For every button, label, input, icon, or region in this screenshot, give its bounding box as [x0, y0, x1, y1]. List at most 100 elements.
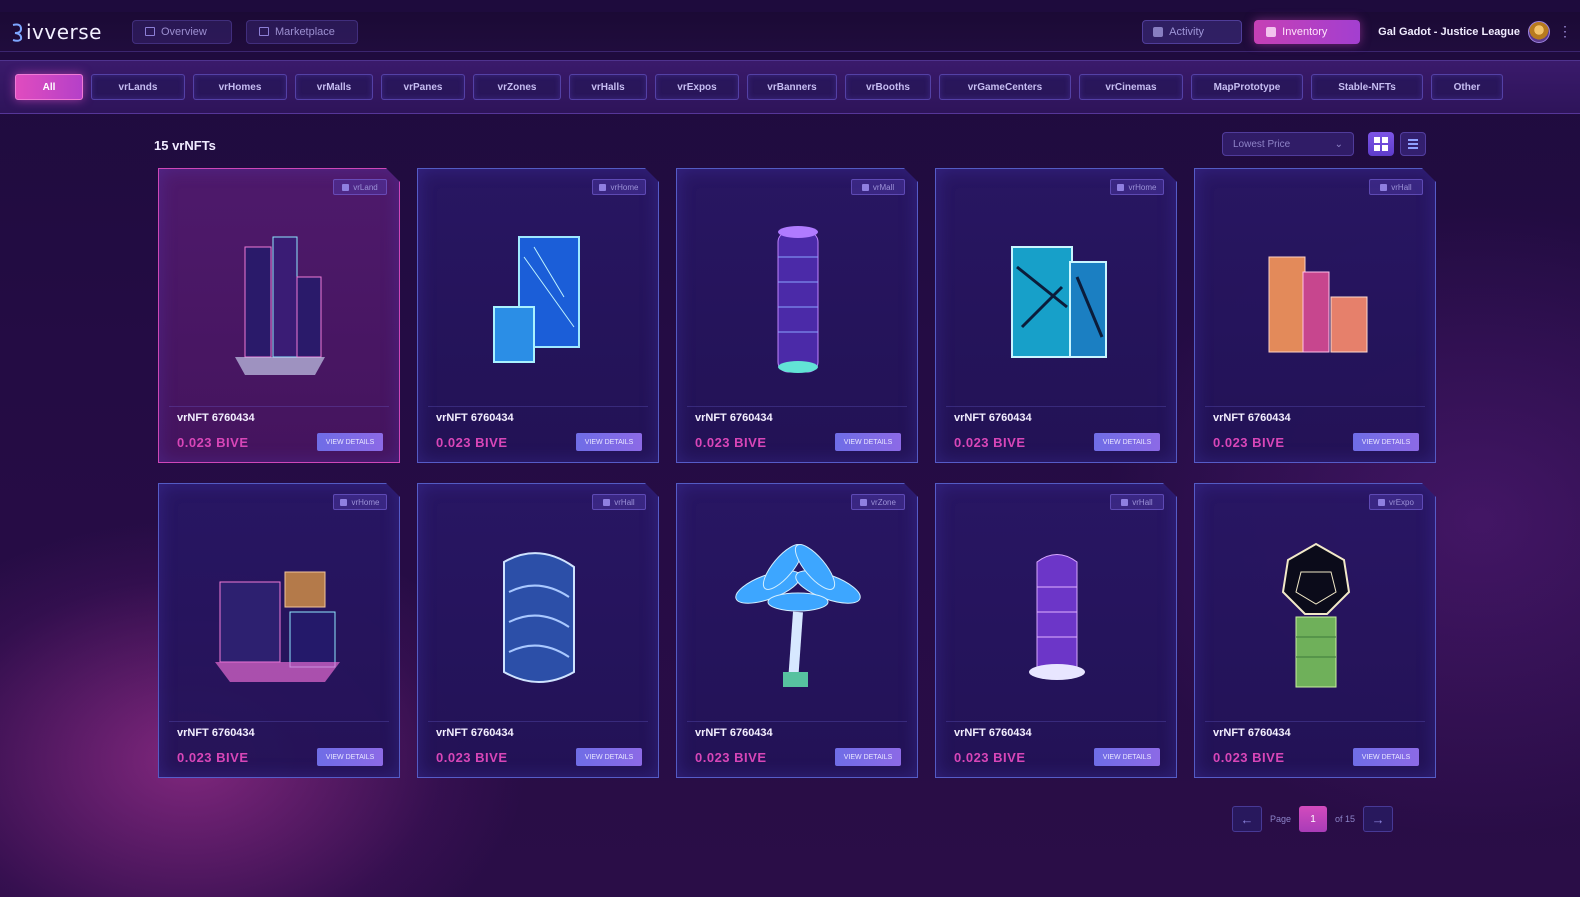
divider [428, 721, 648, 722]
nft-price: 0.023 BIVE [177, 750, 249, 765]
sort-select[interactable]: Lowest Price ⌄ [1222, 132, 1354, 156]
nft-card[interactable]: vrHall vrNFT 6760434 0.023 BIVE VIEW DETAIL… [935, 483, 1177, 778]
app-logo[interactable]: ivverse [10, 20, 120, 44]
prev-page-button[interactable]: ← [1232, 806, 1262, 832]
nft-image[interactable] [1195, 199, 1437, 404]
view-details-button[interactable]: VIEW DETAILS [835, 433, 901, 451]
category-badge: vrHome [1110, 179, 1164, 195]
view-details-button[interactable]: VIEW DETAILS [317, 748, 383, 766]
view-details-button[interactable]: VIEW DETAILS [317, 433, 383, 451]
nft-artwork [723, 532, 873, 702]
nft-title: vrNFT 6760434 [954, 727, 1032, 739]
nft-price: 0.023 BIVE [695, 750, 767, 765]
tab-vrcinemas[interactable]: vrCinemas [1079, 74, 1183, 100]
tab-mapprototype[interactable]: MapPrototype [1191, 74, 1303, 100]
tab-all[interactable]: All [15, 74, 83, 100]
nft-title: vrNFT 6760434 [954, 412, 1032, 424]
nft-price: 0.023 BIVE [1213, 435, 1285, 450]
activity-label: Activity [1169, 25, 1205, 38]
view-details-button[interactable]: VIEW DETAILS [576, 433, 642, 451]
nft-image[interactable] [418, 514, 660, 719]
category-icon [1378, 499, 1385, 506]
nft-artwork [982, 532, 1132, 702]
nft-artwork [205, 217, 355, 387]
divider [428, 406, 648, 407]
view-details-button[interactable]: VIEW DETAILS [835, 748, 901, 766]
tab-vrlands[interactable]: vrLands [91, 74, 185, 100]
view-details-button[interactable]: VIEW DETAILS [1094, 433, 1160, 451]
next-page-button[interactable]: → [1363, 806, 1394, 832]
nft-card[interactable]: vrHome vrNFT 6760434 0.023 BIVE VIEW DETAIL… [417, 168, 659, 463]
tab-other[interactable]: Other [1431, 74, 1503, 100]
tab-vrbanners[interactable]: vrBanners [747, 74, 837, 100]
marketplace-nav-button[interactable]: Marketplace [246, 19, 358, 44]
nft-price: 0.023 BIVE [695, 435, 767, 450]
divider [169, 406, 389, 407]
tab-vrhalls[interactable]: vrHalls [569, 74, 647, 100]
divider [169, 721, 389, 722]
nft-card[interactable]: vrMall vrNFT 6760434 0.023 BIVE VIEW DETAIL… [676, 168, 918, 463]
nft-image[interactable] [677, 199, 919, 404]
tab-vrpanes[interactable]: vrPanes [381, 74, 465, 100]
tab-vrmalls[interactable]: vrMalls [295, 74, 373, 100]
tab-stable-nfts[interactable]: Stable-NFTs [1311, 74, 1423, 100]
nft-image[interactable] [936, 199, 1178, 404]
inventory-button[interactable]: Inventory [1254, 19, 1361, 44]
badge-label: vrHome [351, 497, 380, 507]
category-icon [603, 499, 610, 506]
nft-card[interactable]: vrHome vrNFT 6760434 0.023 BIVE VIEW DETAIL… [935, 168, 1177, 463]
nft-grid: vrLand vrNFT 6760434 0.023 BIVE VIEW DETAIL… [158, 168, 1436, 778]
nft-artwork [1241, 532, 1391, 702]
nft-image[interactable] [159, 514, 401, 719]
nft-image[interactable] [936, 514, 1178, 719]
marketplace-icon [259, 27, 269, 36]
avatar[interactable] [1528, 20, 1550, 43]
activity-button[interactable]: Activity [1142, 19, 1243, 44]
nft-title: vrNFT 6760434 [695, 727, 773, 739]
inventory-label: Inventory [1282, 25, 1328, 38]
nft-card[interactable]: vrHall vrNFT 6760434 0.023 BIVE VIEW DETAIL… [1194, 168, 1436, 463]
nft-image[interactable] [418, 199, 660, 404]
tab-vrbooths[interactable]: vrBooths [845, 74, 931, 100]
category-badge: vrExpo [1369, 494, 1423, 510]
page-label: Page [1270, 814, 1292, 824]
category-icon [342, 184, 349, 191]
category-badge: vrHome [333, 494, 387, 510]
category-badge: vrHall [1369, 179, 1423, 195]
nft-card[interactable]: vrLand vrNFT 6760434 0.023 BIVE VIEW DETAIL… [158, 168, 400, 463]
divider [1205, 721, 1425, 722]
badge-label: vrHall [1391, 182, 1412, 192]
nft-image[interactable] [159, 199, 401, 404]
category-icon [1117, 184, 1124, 191]
list-view-toggle[interactable] [1400, 132, 1426, 156]
nft-card[interactable]: vrExpo vrNFT 6760434 0.023 BIVE VIEW DETAIL… [1194, 483, 1436, 778]
nft-image[interactable] [1195, 514, 1437, 719]
inventory-icon [1266, 26, 1277, 37]
nft-card[interactable]: vrHome vrNFT 6760434 0.023 BIVE VIEW DETAIL… [158, 483, 400, 778]
overview-nav-button[interactable]: Overview [132, 19, 232, 44]
divider [946, 721, 1166, 722]
nft-artwork [1241, 217, 1391, 387]
nft-image[interactable] [677, 514, 919, 719]
nft-title: vrNFT 6760434 [177, 412, 255, 424]
more-menu-icon[interactable]: ⋮ [1558, 23, 1572, 40]
view-details-button[interactable]: VIEW DETAILS [1353, 748, 1419, 766]
overview-label: Overview [161, 25, 207, 38]
view-details-button[interactable]: VIEW DETAILS [1094, 748, 1160, 766]
user-name[interactable]: Gal Gadot - Justice League [1378, 26, 1520, 38]
view-details-button[interactable]: VIEW DETAILS [1353, 433, 1419, 451]
grid-view-toggle[interactable] [1368, 132, 1394, 156]
tab-vrgamecenters[interactable]: vrGameCenters [939, 74, 1071, 100]
tab-vrhomes[interactable]: vrHomes [193, 74, 287, 100]
nft-card[interactable]: vrHall vrNFT 6760434 0.023 BIVE VIEW DETAIL… [417, 483, 659, 778]
nft-price: 0.023 BIVE [436, 750, 508, 765]
nft-title: vrNFT 6760434 [177, 727, 255, 739]
current-page-input[interactable]: 1 [1299, 806, 1328, 832]
tab-vrexpos[interactable]: vrExpos [655, 74, 739, 100]
view-details-button[interactable]: VIEW DETAILS [576, 748, 642, 766]
nft-artwork [982, 217, 1132, 387]
tab-vrzones[interactable]: vrZones [473, 74, 561, 100]
category-badge: vrLand [333, 179, 387, 195]
category-icon [599, 184, 606, 191]
nft-card[interactable]: vrZone vrNFT 6760434 0.023 BIVE VIEW DETAIL… [676, 483, 918, 778]
